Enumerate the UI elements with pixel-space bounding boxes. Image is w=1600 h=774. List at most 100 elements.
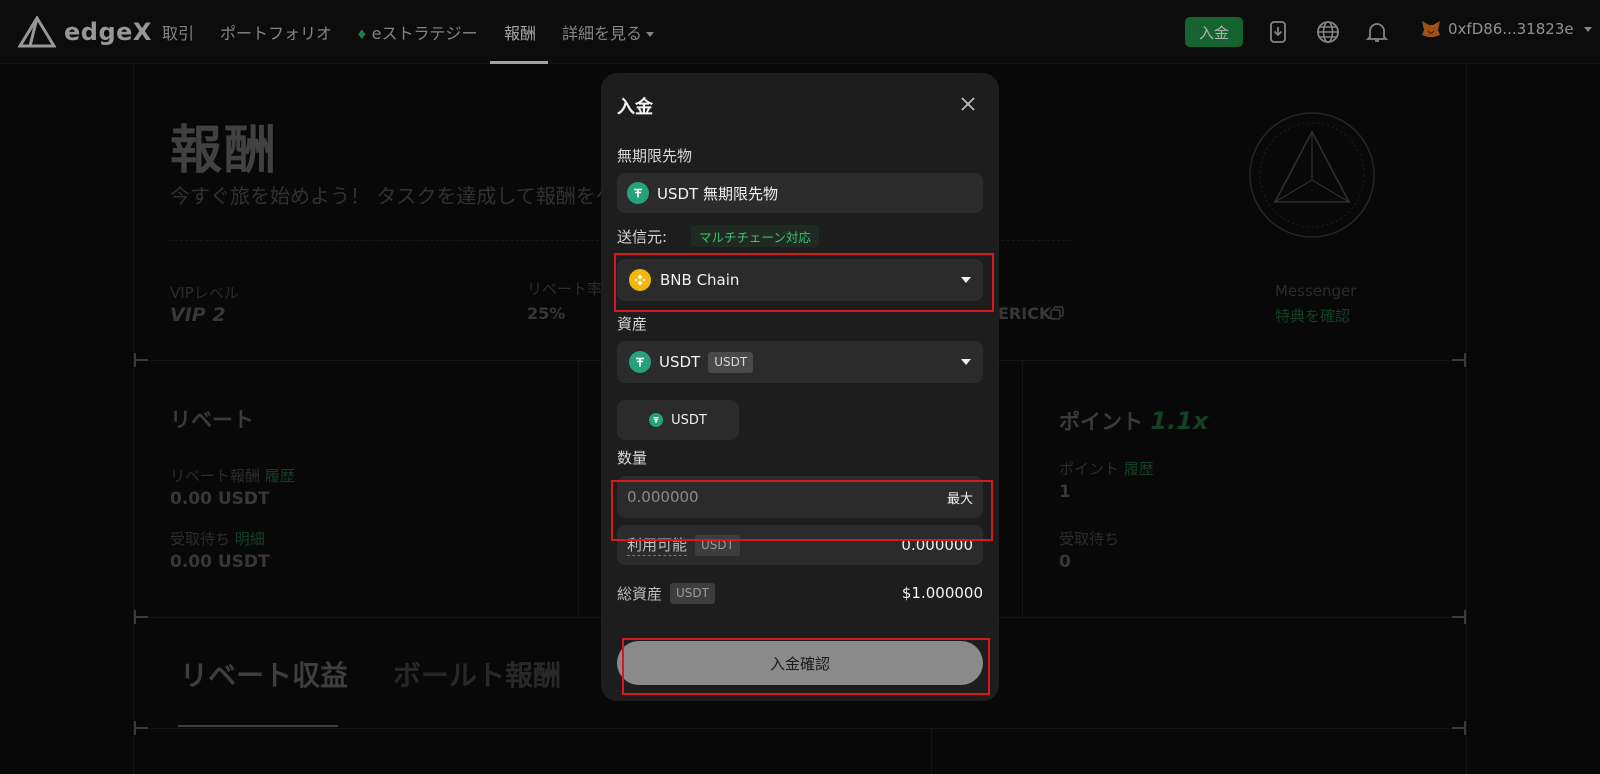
chevron-down-icon <box>961 359 971 365</box>
points-title-text: ポイント <box>1059 410 1143 434</box>
rebate-history-link[interactable]: 履歴 <box>265 467 295 485</box>
points-value: 1 <box>1059 482 1071 502</box>
rebate-rate-value: 25% <box>527 304 566 323</box>
asset-value: USDT <box>659 353 701 371</box>
corner-mark <box>1452 353 1466 367</box>
vip-level-value: VIP 2 <box>170 304 226 326</box>
points-section-title: ポイント 1.1x <box>1059 406 1208 436</box>
total-assets-row: 総資産 USDT $1.000000 <box>617 581 983 605</box>
edgex-logo-icon <box>18 16 56 48</box>
rewards-emblem-icon <box>1249 112 1375 238</box>
divider <box>578 360 579 617</box>
divider <box>931 728 932 774</box>
nav-more-label: 詳細を見る <box>562 24 643 43</box>
product-value: USDT 無期限先物 <box>657 184 778 203</box>
rebate-reward-label: リベート報酬 履歴 <box>170 465 295 486</box>
messenger-link[interactable]: 特典を確認 <box>1275 305 1350 326</box>
asset-select[interactable]: USDT USDT <box>617 341 983 383</box>
rebate-detail-link[interactable]: 明細 <box>235 530 265 548</box>
tab-vault-rewards[interactable]: ボールト報酬 <box>393 654 561 694</box>
bell-icon[interactable] <box>1364 19 1390 45</box>
total-tag: USDT <box>670 582 715 604</box>
rebate-reward-label-text: リベート報酬 <box>170 467 261 485</box>
nav-more[interactable]: 詳細を見る <box>562 20 655 44</box>
asset-chip-label: USDT <box>671 412 707 428</box>
globe-icon[interactable] <box>1315 19 1341 45</box>
product-label: 無期限先物 <box>617 147 693 165</box>
corner-mark <box>134 721 148 735</box>
account-address: 0xfD86...31823e <box>1448 20 1574 38</box>
chevron-down-icon <box>961 277 971 283</box>
total-label-group: 総資産 USDT <box>617 582 715 604</box>
leaf-icon: ♦ <box>356 28 368 43</box>
modal-title: 入金 <box>617 97 653 118</box>
available-tag: USDT <box>695 534 740 556</box>
product-field: USDT 無期限先物 <box>617 173 983 213</box>
deposit-button[interactable]: 入金 <box>1185 17 1243 47</box>
page-subtitle: 今すぐ旅を始めよう！ タスクを達成して報酬をゲ <box>170 184 616 208</box>
nav-strategy-label: eストラテジー <box>371 24 478 43</box>
rebate-rate-label: リベート率 <box>527 280 603 298</box>
points-pending-label: 受取待ち <box>1059 530 1120 548</box>
nav-strategy[interactable]: ♦ eストラテジー <box>356 20 478 44</box>
source-label: 送信元: <box>617 228 668 246</box>
points-pending-value: 0 <box>1059 552 1071 572</box>
available-label: 利用可能 <box>627 536 688 556</box>
multichain-badge: マルチチェーン対応 <box>691 225 819 247</box>
nav-rewards[interactable]: 報酬 <box>504 20 536 44</box>
total-value: $1.000000 <box>901 584 983 602</box>
divider <box>1022 360 1023 617</box>
messenger-label: Messenger <box>1275 282 1357 300</box>
rebate-pending-label: 受取待ち 明細 <box>170 528 265 549</box>
rebate-pending-label-text: 受取待ち <box>170 530 231 548</box>
logo[interactable]: edgeX <box>18 16 152 48</box>
metamask-fox-icon <box>1422 21 1440 37</box>
points-history-link[interactable]: 履歴 <box>1124 460 1154 478</box>
bnb-icon <box>629 269 651 291</box>
chain-value: BNB Chain <box>660 271 740 289</box>
points-multiplier: 1.1x <box>1150 407 1209 435</box>
amount-input[interactable]: 0.000000 <box>627 488 699 506</box>
available-row: 利用可能 USDT 0.000000 <box>617 525 983 565</box>
usdt-icon <box>627 182 649 204</box>
top-nav: edgeX 取引 ポートフォリオ ♦ eストラテジー 報酬 詳細を見る 入金 0x… <box>0 0 1600 64</box>
usdt-icon <box>649 413 664 427</box>
available-label-group: 利用可能 USDT <box>627 534 740 556</box>
chevron-down-icon <box>1583 26 1592 32</box>
total-label: 総資産 <box>617 584 663 603</box>
tab-active-indicator <box>178 725 338 727</box>
asset-tag: USDT <box>708 351 754 373</box>
amount-field[interactable]: 0.000000 最大 <box>617 476 983 518</box>
deposit-modal: 入金 無期限先物 USDT 無期限先物 送信元: マルチチェーン対応 BNB C… <box>601 73 999 701</box>
copy-icon[interactable] <box>1050 306 1064 320</box>
usdt-icon <box>629 351 651 373</box>
points-label-text: ポイント <box>1059 460 1120 478</box>
chain-select[interactable]: BNB Chain <box>617 259 983 301</box>
account-menu[interactable]: 0xfD86...31823e <box>1420 19 1592 39</box>
corner-mark <box>134 353 148 367</box>
page-title: 報酬 <box>170 121 279 181</box>
referral-code-value: ERICK <box>998 304 1052 323</box>
rebate-reward-value: 0.00 USDT <box>170 489 270 509</box>
nav-trade[interactable]: 取引 <box>162 20 194 44</box>
confirm-deposit-button[interactable]: 入金確認 <box>617 641 983 685</box>
asset-label: 資産 <box>617 315 648 333</box>
close-icon[interactable] <box>959 95 977 113</box>
nav-portfolio[interactable]: ポートフォリオ <box>220 20 332 44</box>
corner-mark <box>1452 610 1466 624</box>
tab-rebate-earnings[interactable]: リベート収益 <box>180 654 348 694</box>
asset-chip-usdt[interactable]: USDT <box>617 400 739 440</box>
rebate-pending-value: 0.00 USDT <box>170 552 270 572</box>
download-app-icon[interactable] <box>1265 19 1291 45</box>
amount-label: 数量 <box>617 449 648 467</box>
corner-mark <box>134 610 148 624</box>
logo-text: edgeX <box>64 18 152 46</box>
available-value: 0.000000 <box>901 536 973 554</box>
corner-mark <box>1452 721 1466 735</box>
points-label: ポイント 履歴 <box>1059 458 1154 479</box>
rebate-section-title: リベート <box>170 408 254 432</box>
divider <box>133 728 1467 729</box>
max-button[interactable]: 最大 <box>947 488 973 507</box>
vip-level-label: VIPレベル <box>170 284 239 302</box>
chevron-down-icon <box>646 32 655 37</box>
